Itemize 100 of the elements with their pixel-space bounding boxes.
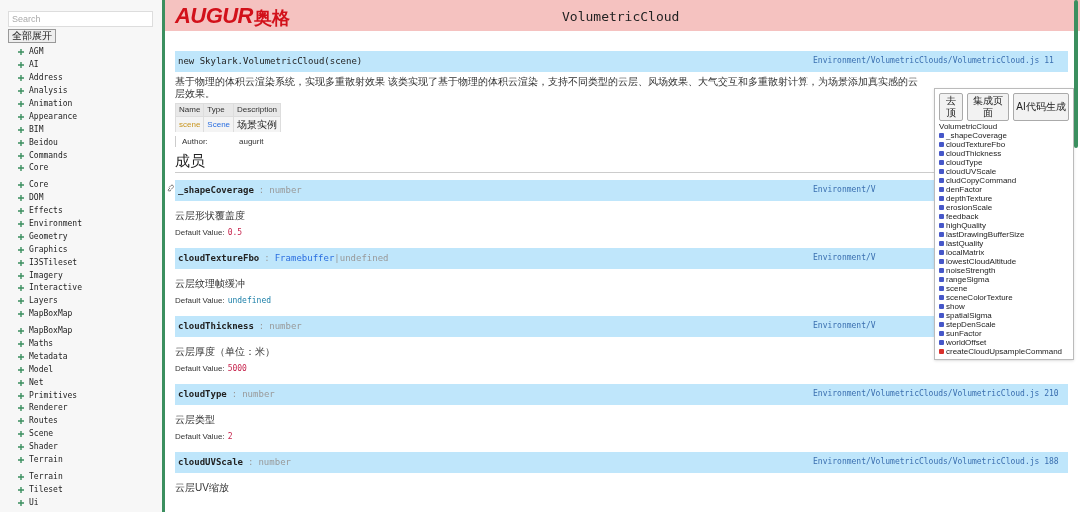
toc-item[interactable]: localMatrix	[939, 248, 1073, 257]
source-link[interactable]: Environment/V	[813, 321, 876, 331]
description-text: 基于物理的体积云渲染系统，实现多重散射效果 该类实现了基于物理的体积云渲染，支持不同类型的云层、风场效果、大气交互和多重散射计算，为场景添加真实感的云层效果。	[175, 76, 919, 100]
plus-icon	[18, 246, 24, 253]
sidebar-item[interactable]: Terrain	[8, 470, 162, 484]
member-name: cloudTextureFbo	[178, 251, 260, 265]
sidebar-item[interactable]: Commands	[8, 149, 162, 162]
plus-icon	[18, 444, 24, 451]
toc-item[interactable]: _shapeCoverage	[939, 131, 1073, 140]
sidebar-item[interactable]: MapBoxMap	[8, 307, 162, 321]
column-header: Name	[175, 103, 204, 117]
sidebar-item[interactable]: Beidou	[8, 136, 162, 150]
type-text: number	[269, 183, 302, 197]
sidebar-item[interactable]: Environment	[8, 217, 162, 231]
sidebar-item[interactable]: Animation	[8, 97, 162, 111]
toc-item[interactable]: worldOffset	[939, 338, 1073, 347]
description-text: 云层类型	[175, 414, 215, 426]
toc-item[interactable]: erosionScale	[939, 203, 1073, 212]
toc-item[interactable]: cloudTextureFbo	[939, 140, 1073, 149]
sidebar-item[interactable]: DOM	[8, 191, 162, 205]
type-separator: :	[258, 183, 265, 197]
column-header: Type	[203, 103, 234, 117]
toc-item[interactable]: stepDenScale	[939, 320, 1073, 329]
sidebar-item[interactable]: BIM	[8, 123, 162, 137]
type-text: |undefined	[334, 251, 389, 265]
toc-item[interactable]: feedback	[939, 212, 1073, 221]
scrollbar-thumb[interactable]	[1074, 0, 1078, 148]
toc-item[interactable]: spatialSigma	[939, 311, 1073, 320]
link-icon[interactable]	[167, 184, 175, 192]
toc-item[interactable]: noiseStrength	[939, 266, 1073, 275]
sidebar-item[interactable]: Interactive	[8, 282, 162, 295]
method-icon	[939, 349, 944, 354]
toc-item[interactable]: scene	[939, 284, 1073, 293]
sidebar-item[interactable]: Address	[8, 71, 162, 85]
sidebar-item[interactable]: Metadata	[8, 350, 162, 364]
table-cell[interactable]: Scene	[203, 116, 234, 132]
sidebar-item[interactable]: Imagery	[8, 269, 162, 283]
toc-item[interactable]: denFactor	[939, 185, 1073, 194]
type-separator: :	[248, 455, 254, 469]
plus-icon	[18, 379, 24, 386]
sidebar-item[interactable]: Core	[8, 162, 162, 175]
sidebar-item[interactable]: Appearance	[8, 110, 162, 124]
toc-button[interactable]: 集成页面	[967, 93, 1009, 121]
sidebar-item[interactable]: Graphics	[8, 243, 162, 257]
sidebar-item[interactable]: AGM	[8, 46, 162, 59]
default-value: 0.5	[227, 228, 243, 238]
toc-item[interactable]: lastDrawingBufferSize	[939, 230, 1073, 239]
default-label: Default Value:	[175, 228, 225, 238]
plus-icon	[18, 88, 24, 95]
toc-item[interactable]: show	[939, 302, 1073, 311]
sidebar-item[interactable]: Net	[8, 376, 162, 390]
type-separator: :	[231, 387, 238, 401]
toc-item[interactable]: highQuality	[939, 221, 1073, 230]
toc-item[interactable]: depthTexture	[939, 194, 1073, 203]
plus-icon	[18, 366, 24, 373]
sidebar-item[interactable]: Maths	[8, 337, 162, 351]
toc-item[interactable]: lowestCloudAltitude	[939, 257, 1073, 266]
sidebar-item[interactable]: Tileset	[8, 483, 162, 497]
source-link[interactable]: Environment/V	[813, 253, 876, 263]
sidebar-item[interactable]: Terrain	[8, 453, 162, 467]
toc-item[interactable]: sunFactor	[939, 329, 1073, 338]
source-link[interactable]: Environment/V	[813, 185, 876, 195]
sidebar-item[interactable]: Effects	[8, 204, 162, 218]
plus-icon	[18, 486, 24, 493]
toc-item[interactable]: sceneColorTexture	[939, 293, 1073, 302]
toc-button[interactable]: AI代码生成	[1013, 93, 1069, 121]
toc-button[interactable]: 去顶	[939, 93, 963, 121]
toc-item[interactable]: rangeSigma	[939, 275, 1073, 284]
sidebar-item[interactable]: Scene	[8, 427, 162, 441]
type-link[interactable]: Framebuffer	[274, 251, 335, 266]
member-name: _shapeCoverage	[178, 183, 254, 197]
plus-icon	[18, 62, 24, 69]
sidebar-item[interactable]: Layers	[8, 294, 162, 308]
toc-item[interactable]: createCloudUpsampleCommand	[939, 347, 1073, 356]
source-link[interactable]: Environment/VolumetricClouds/VolumetricCloud.js 210	[813, 389, 1059, 399]
plus-icon	[18, 75, 24, 82]
sidebar-item[interactable]: Analysis	[8, 84, 162, 98]
plus-icon	[18, 298, 24, 305]
sidebar-item[interactable]: Renderer	[8, 402, 162, 415]
expand-all-button[interactable]: 全部展开	[8, 29, 56, 43]
sidebar-item[interactable]: Routes	[8, 414, 162, 428]
sidebar-item[interactable]: Model	[8, 363, 162, 377]
plus-icon	[18, 208, 24, 215]
sidebar-item[interactable]: Ui	[8, 496, 162, 510]
source-link[interactable]: Environment/VolumetricClouds/VolumetricCloud.js 11	[813, 56, 1054, 66]
sidebar-item[interactable]: Primitives	[8, 389, 162, 403]
default-value: 5000	[227, 364, 247, 374]
sidebar-item[interactable]: I3STileset	[8, 256, 162, 270]
sidebar-item[interactable]: MapBoxMap	[8, 324, 162, 338]
plus-icon	[18, 418, 24, 425]
type-text: number	[242, 387, 275, 401]
sidebar-item[interactable]: Shader	[8, 440, 162, 454]
sidebar-item[interactable]: Geometry	[8, 230, 162, 244]
search-field[interactable]: Search	[8, 11, 153, 27]
source-link[interactable]: Environment/VolumetricClouds/VolumetricCloud.js 188	[813, 457, 1059, 467]
plus-icon	[18, 405, 24, 412]
sidebar-item[interactable]: Core	[8, 178, 162, 192]
toc-item[interactable]: lastQuality	[939, 239, 1073, 248]
toc-item[interactable]: cludCopyCommand	[939, 176, 1073, 185]
sidebar-item[interactable]: AI	[8, 58, 162, 72]
